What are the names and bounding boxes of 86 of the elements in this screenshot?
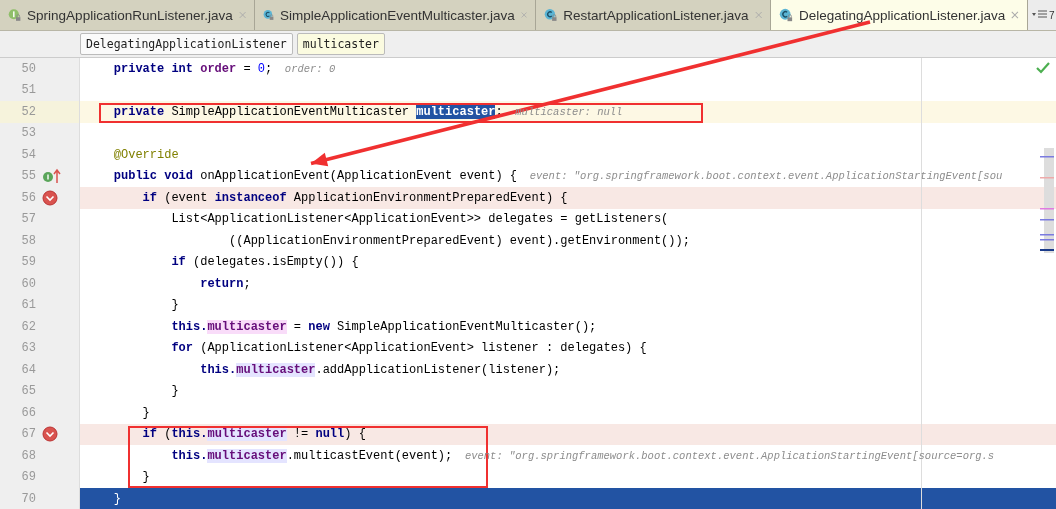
breadcrumb[interactable]: DelegatingApplicationListener — [80, 33, 293, 55]
line-number: 54 — [20, 147, 36, 162]
code-text: this. — [170, 448, 208, 463]
code-text: (delegates.isEmpty()) { — [193, 255, 359, 270]
check-icon — [1036, 62, 1050, 74]
code-text: onApplicationEvent(ApplicationEvent event) { — [200, 169, 518, 184]
code-text: ) { — [344, 427, 366, 442]
line-number: 69 — [20, 470, 36, 485]
code-text: for — [170, 341, 195, 356]
code-text: != — [292, 427, 310, 442]
close-icon[interactable] — [520, 10, 527, 20]
line-number: 66 — [20, 405, 36, 420]
code-text: if — [141, 190, 158, 205]
code-text: } — [112, 491, 121, 506]
code-text: SimpleApplicationEventMulticaster(); — [337, 319, 597, 334]
code-text: if — [170, 255, 187, 270]
code-text: if — [141, 427, 158, 442]
breakpoint-icon[interactable] — [42, 189, 58, 206]
class-icon — [544, 6, 558, 24]
code-text: multicaster — [207, 319, 287, 334]
list-icon — [1032, 10, 1048, 20]
code-text: List<ApplicationListener<ApplicationEvent>> delegates = getListeners( — [170, 212, 669, 227]
code-text: new — [308, 319, 331, 334]
line-number: 65 — [20, 384, 36, 399]
code-text: ( — [164, 427, 172, 442]
line-number: 56 — [20, 190, 36, 205]
code-text: } — [170, 298, 179, 313]
line-number: 55 — [20, 169, 36, 184]
close-icon[interactable] — [754, 10, 762, 20]
line-number: 59 — [20, 255, 36, 270]
code-text: (ApplicationListener<ApplicationEvent> listener : delegates) { — [200, 341, 647, 356]
line-number: 51 — [20, 83, 36, 98]
line-number: 67 — [20, 427, 36, 442]
implements-icon[interactable] — [42, 168, 62, 185]
line-number: 58 — [20, 233, 36, 248]
line-number: 63 — [20, 341, 36, 356]
code-text: 0 — [257, 61, 266, 76]
line-number: 52 — [20, 104, 36, 119]
code-text: multicaster — [207, 448, 287, 463]
code-text: private int — [112, 61, 195, 76]
line-number: 53 — [20, 126, 36, 141]
code-text: order — [200, 61, 237, 76]
code-text: this. — [170, 319, 208, 334]
code-text: this. — [171, 427, 208, 442]
class-icon — [779, 6, 793, 24]
inline-value-hint: event: "org.springframework.boot.context.event.ApplicationStartingEvent[sou — [528, 170, 1003, 183]
code-text: multicaster — [236, 362, 316, 377]
inline-value-hint: multicaster: null — [514, 105, 623, 118]
file-tab[interactable]: SpringApplicationRunListener.java — [0, 0, 255, 30]
line-number: 64 — [20, 362, 36, 377]
code-text: this. — [199, 362, 237, 377]
close-icon[interactable] — [238, 10, 246, 20]
breadcrumb[interactable]: multicaster — [296, 33, 385, 55]
line-number: 61 — [20, 298, 36, 313]
code-text: return — [199, 276, 244, 291]
line-number: 68 — [20, 448, 36, 463]
code-text: ; — [243, 276, 251, 291]
code-text: ApplicationEnvironmentPreparedEvent) { — [293, 190, 568, 205]
code-text: ((ApplicationEnvironmentPreparedEvent) event).getEnvironment()); — [228, 233, 690, 248]
breakpoint-icon[interactable] — [42, 426, 58, 443]
tab-list-button[interactable]: 7 — [1028, 0, 1056, 30]
code-text: } — [141, 405, 150, 420]
file-tab[interactable]: SimpleApplicationEventMulticaster.java — [255, 0, 536, 30]
close-icon[interactable] — [1011, 10, 1019, 20]
interface-icon — [8, 6, 22, 24]
inline-value-hint: order: 0 — [283, 62, 336, 75]
line-number: 60 — [20, 276, 36, 291]
code-text: @Override — [112, 147, 179, 162]
code-text: .addApplicationListener(listener); — [315, 362, 561, 377]
line-number: 50 — [20, 61, 36, 76]
code-text: (event — [164, 190, 209, 205]
file-tab[interactable]: DelegatingApplicationListener.java — [771, 0, 1028, 30]
code-text: } — [141, 470, 150, 485]
code-text: = — [292, 319, 303, 334]
code-text: private — [112, 104, 166, 119]
code-text: SimpleApplicationEventMulticaster — [171, 104, 411, 119]
code-text: public void — [112, 169, 195, 184]
code-text: null — [315, 427, 345, 442]
code-text: .multicastEvent(event); — [286, 448, 453, 463]
code-text: } — [170, 384, 179, 399]
line-number: 70 — [20, 491, 36, 506]
code-text: instanceof — [214, 190, 288, 205]
line-number: 57 — [20, 212, 36, 227]
code-text: = — [242, 61, 252, 76]
code-text: ; — [265, 61, 273, 76]
line-number: 62 — [20, 319, 36, 334]
